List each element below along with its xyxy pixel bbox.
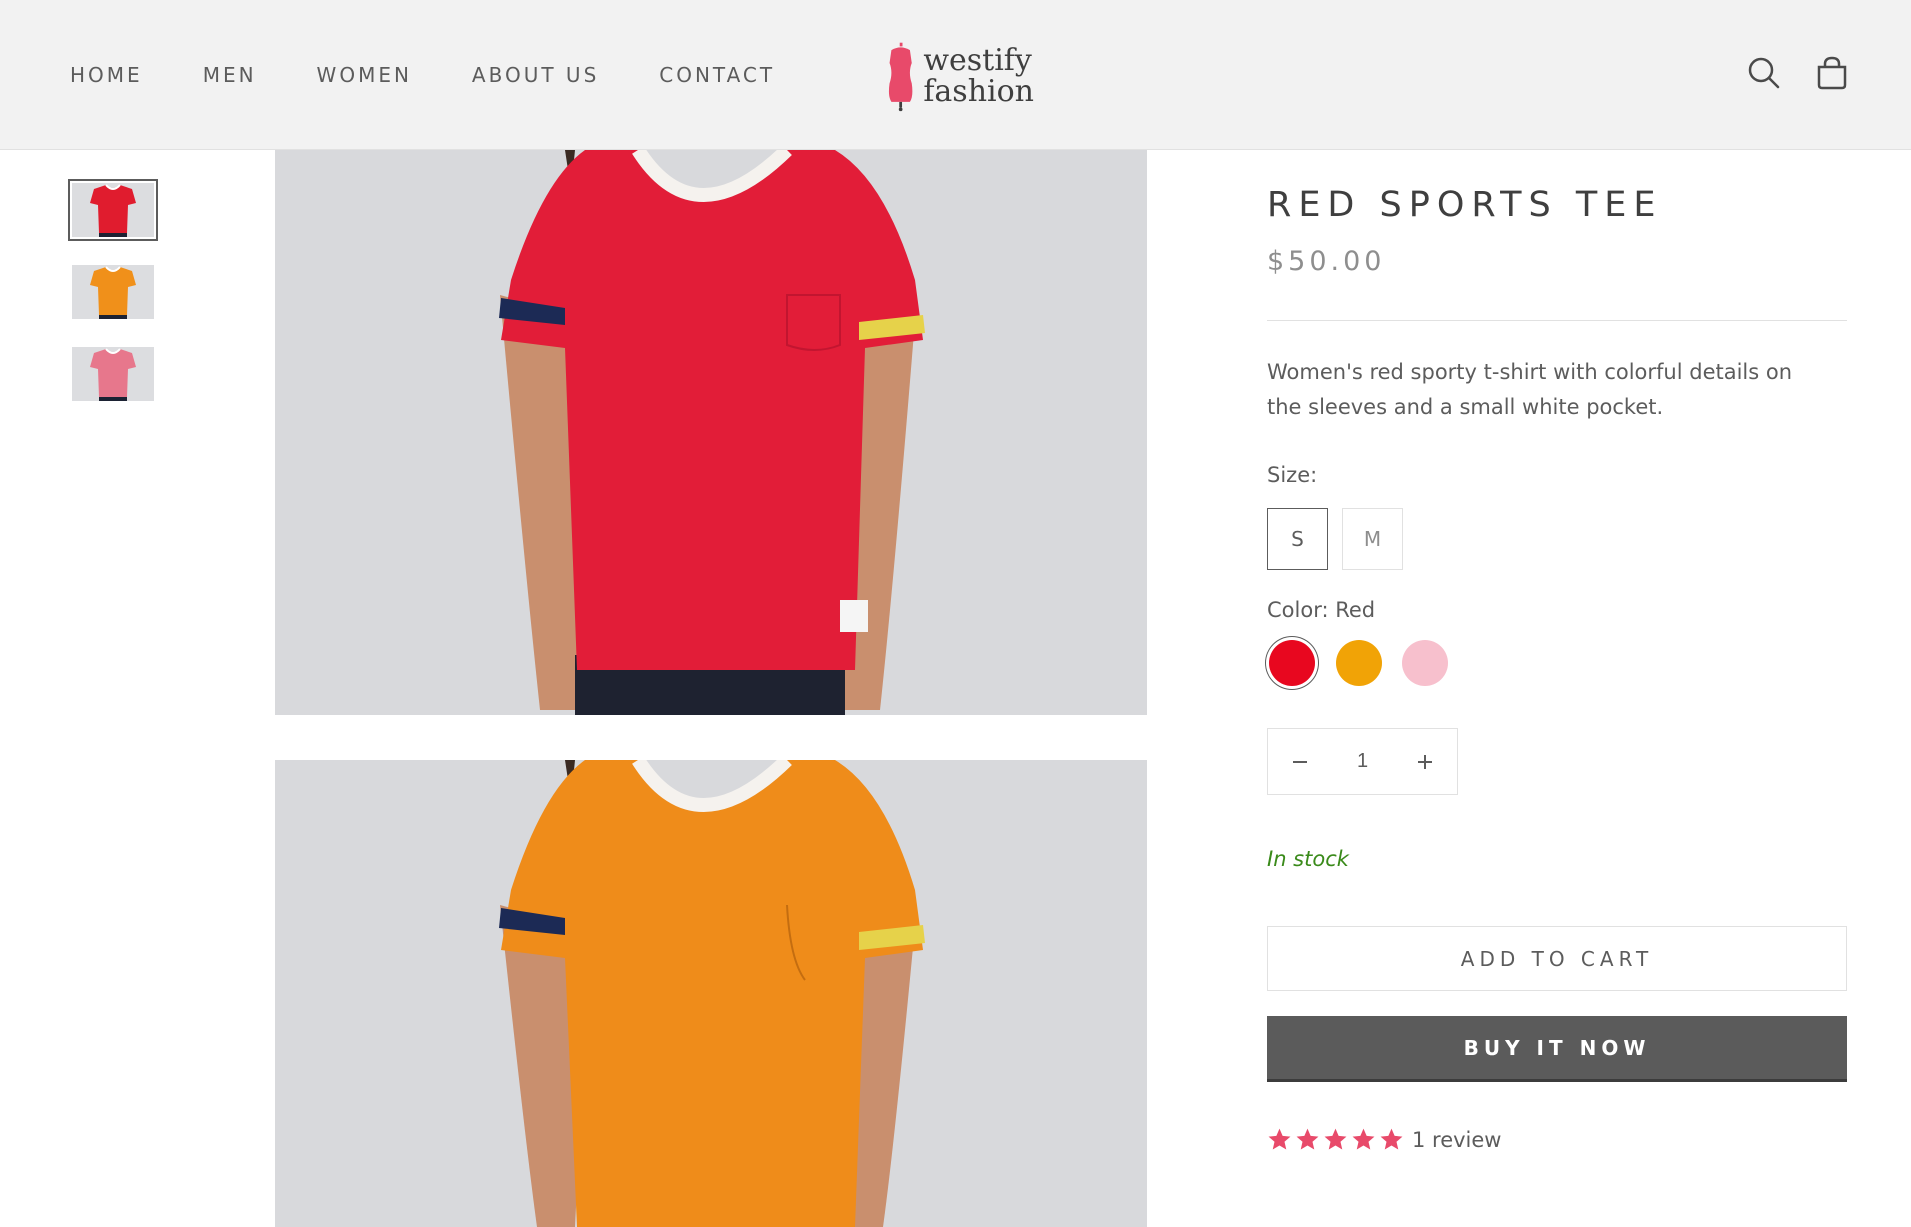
- decrease-quantity-button[interactable]: [1288, 750, 1312, 774]
- main-nav: HOME MEN WOMEN ABOUT US CONTACT: [70, 0, 835, 150]
- pink-tee-thumbnail-image: [72, 347, 154, 401]
- nav-home-link[interactable]: HOME: [70, 63, 143, 87]
- star-icon: [1296, 1128, 1319, 1150]
- product-image-red[interactable]: [275, 150, 1147, 715]
- increase-quantity-button[interactable]: [1413, 750, 1437, 774]
- red-tee-thumbnail-image: [72, 183, 154, 237]
- product-image-orange[interactable]: [275, 760, 1147, 1227]
- color-swatch-red[interactable]: [1269, 640, 1315, 686]
- product-title: RED SPORTS TEE: [1267, 185, 1663, 225]
- plus-icon: [1418, 754, 1432, 769]
- site-header: HOME MEN WOMEN ABOUT US CONTACT westify …: [0, 0, 1911, 150]
- thumbnail-orange-tee[interactable]: [72, 265, 154, 319]
- review-count-link[interactable]: 1 review: [1412, 1128, 1502, 1152]
- price-divider: [1267, 320, 1847, 321]
- color-swatch-orange[interactable]: [1336, 640, 1382, 686]
- thumbnail-red-tee[interactable]: [68, 179, 158, 241]
- buy-it-now-button[interactable]: BUY IT NOW: [1267, 1016, 1847, 1082]
- size-option-s[interactable]: S: [1267, 508, 1328, 570]
- dress-form-icon: [888, 42, 913, 112]
- size-label: Size:: [1267, 463, 1318, 487]
- quantity-stepper: [1267, 728, 1458, 795]
- header-actions: [1747, 55, 1849, 91]
- nav-contact-link[interactable]: CONTACT: [659, 63, 775, 87]
- star-icon: [1380, 1128, 1403, 1150]
- orange-tee-thumbnail-image: [72, 265, 154, 319]
- nav-women-link[interactable]: WOMEN: [317, 63, 412, 87]
- color-label: Color: Red: [1267, 598, 1376, 622]
- orange-tee-photo: [275, 760, 1147, 1227]
- shopping-bag-icon[interactable]: [1815, 55, 1849, 91]
- size-option-m[interactable]: M: [1342, 508, 1403, 570]
- stock-status: In stock: [1267, 847, 1349, 871]
- thumbnail-pink-tee[interactable]: [72, 347, 154, 401]
- logo-text: westify fashion: [923, 45, 1034, 107]
- quantity-input[interactable]: [1342, 750, 1383, 773]
- product-description: Women's red sporty t-shirt with colorful…: [1267, 360, 1793, 419]
- search-icon[interactable]: [1747, 55, 1781, 91]
- nav-men-link[interactable]: MEN: [203, 63, 257, 87]
- product-rating: 1 review: [1267, 1127, 1502, 1152]
- minus-icon: [1293, 760, 1307, 763]
- logo-line-2: fashion: [923, 74, 1034, 109]
- red-tee-photo: [275, 150, 1147, 715]
- store-logo[interactable]: westify fashion: [884, 36, 1034, 116]
- star-icon: [1268, 1128, 1291, 1150]
- logo-line-1: westify: [923, 43, 1032, 78]
- rating-stars: [1267, 1127, 1404, 1152]
- nav-about-us-link[interactable]: ABOUT US: [472, 63, 599, 87]
- star-icon: [1324, 1128, 1347, 1150]
- color-swatch-pink[interactable]: [1402, 640, 1448, 686]
- star-icon: [1352, 1128, 1375, 1150]
- add-to-cart-button[interactable]: ADD TO CART: [1267, 926, 1847, 991]
- product-price: $50.00: [1267, 246, 1386, 277]
